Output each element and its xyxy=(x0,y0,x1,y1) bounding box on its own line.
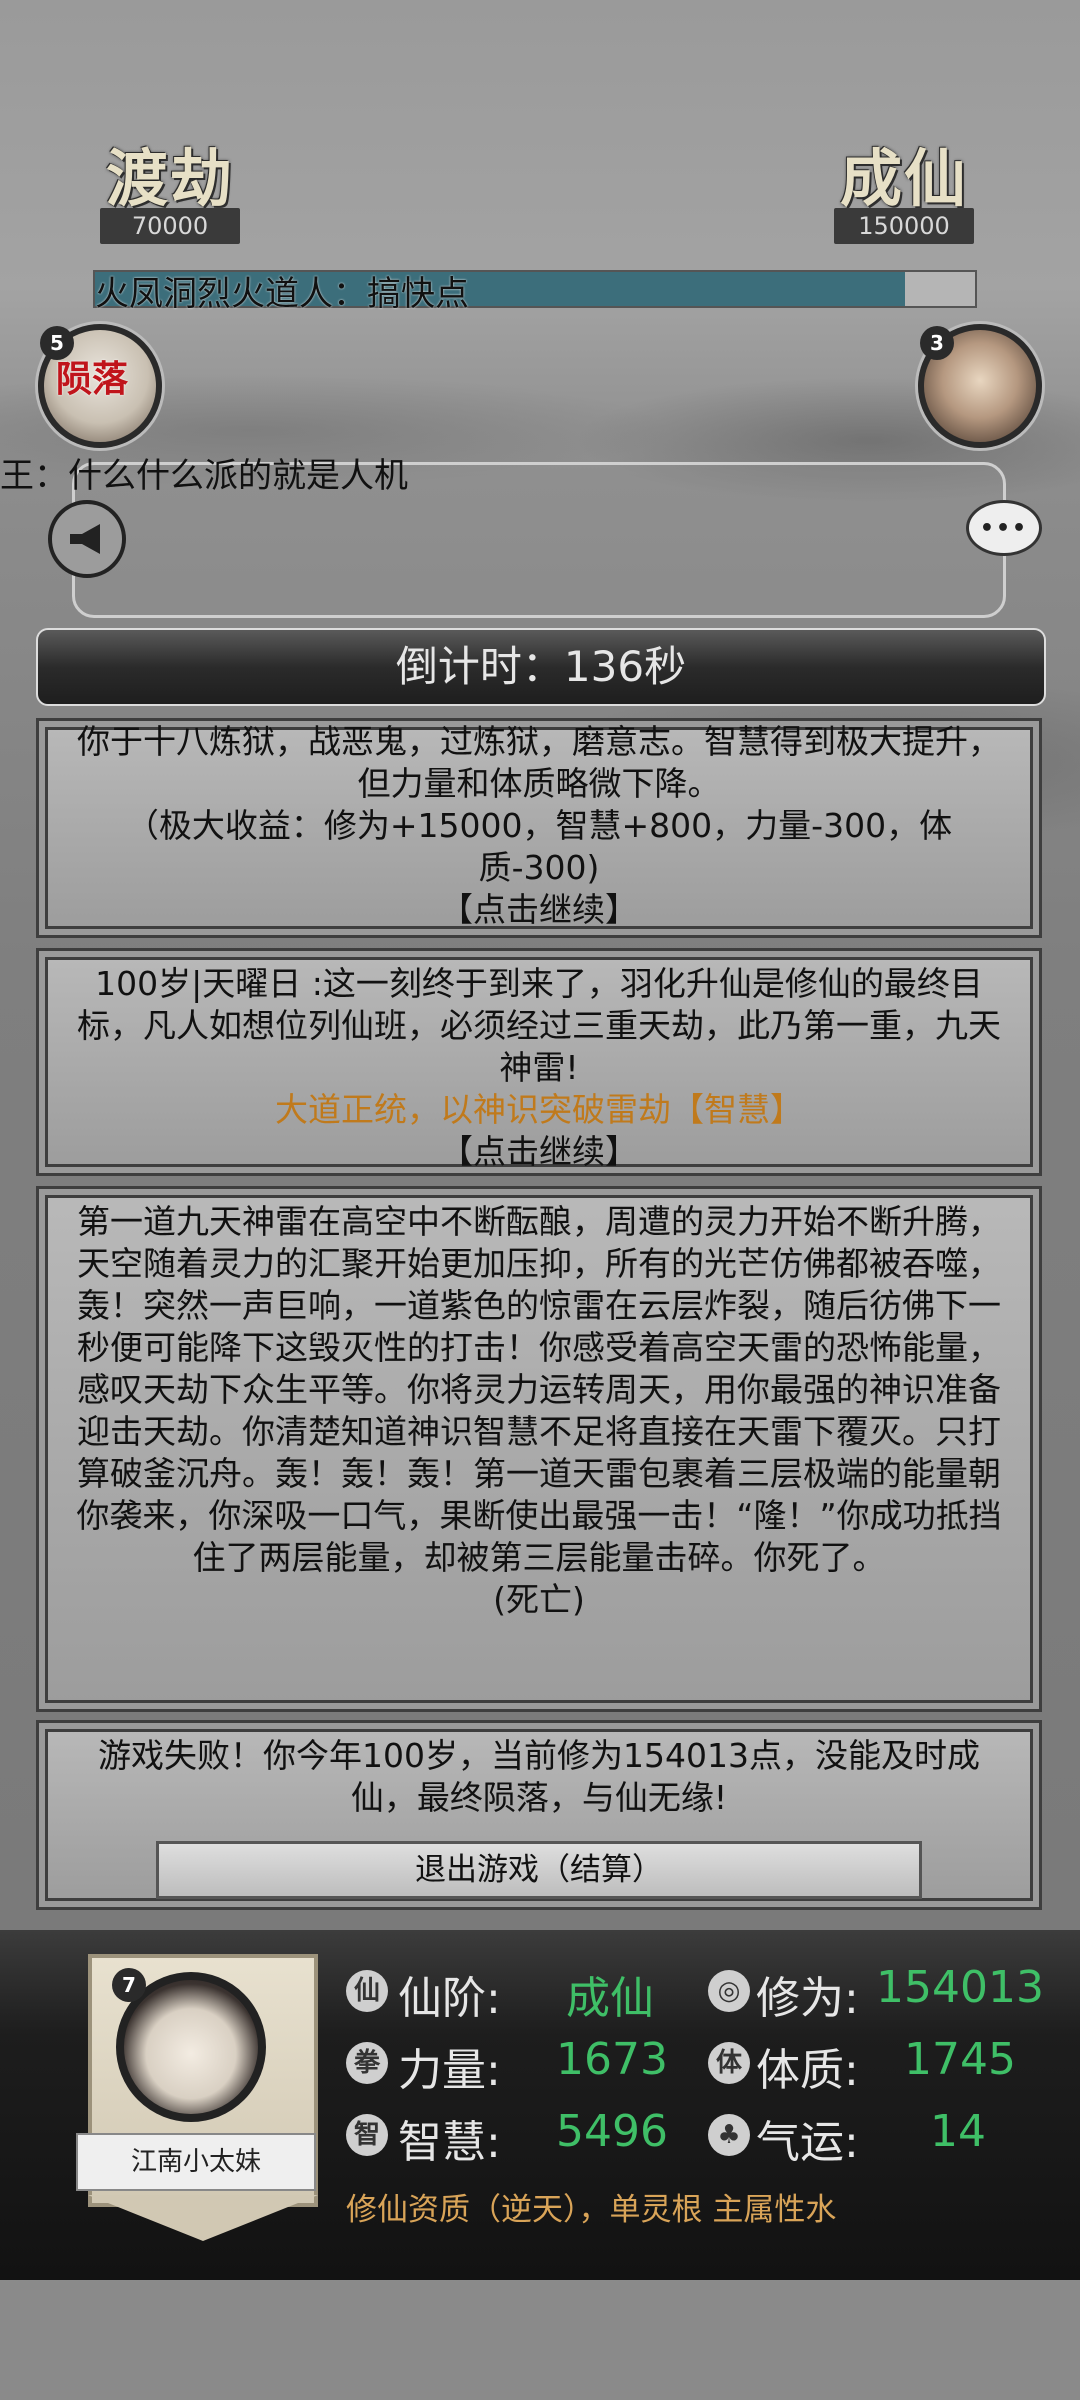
story-card-4: 游戏失败！你今年100岁，当前修为154013点，没能及时成仙，最终陨落，与仙无… xyxy=(36,1720,1042,1910)
card4-text: 游戏失败！你今年100岁，当前修为154013点，没能及时成仙，最终陨落，与仙无… xyxy=(98,1736,980,1817)
aptitude-text: 修仙资质（逆天），单灵根 主属性水 xyxy=(346,2192,837,2228)
luck-icon: ♣ xyxy=(708,2114,750,2156)
luck-value: 14 xyxy=(930,2106,986,2157)
cultivation-icon: ◎ xyxy=(708,1970,750,2012)
countdown-timer: 倒计时：136秒 xyxy=(36,628,1046,706)
realm-value: 成仙 xyxy=(566,1973,654,2024)
stage-left-title: 渡劫 xyxy=(106,142,235,215)
opponent-left-badge: 5 xyxy=(40,326,74,360)
opponent-right-badge: 3 xyxy=(920,326,954,360)
card2-highlight: 大道正统，以神识突破雷劫【智慧】 xyxy=(275,1090,803,1129)
card1-gains: （极大收益：修为+15000，智慧+800，力量-300，体质-300) xyxy=(125,806,953,887)
cultivation-label: 修为: xyxy=(756,1973,859,2024)
banner-tail xyxy=(88,2195,318,2241)
story-card-3: 第一道九天神雷在高空中不断酝酿，周遭的灵力开始不断升腾，天空随着灵力的汇聚开始更… xyxy=(36,1186,1042,1712)
chat-message: 王：什么什么派的就是人机 xyxy=(0,456,408,496)
card1-text: 你于十八炼狱，战恶鬼，过炼狱，磨意志。智慧得到极大提升，但力量和体质略微下降。 xyxy=(77,722,1001,803)
exit-game-button[interactable]: 退出游戏（结算） xyxy=(156,1841,922,1899)
card3-result: (死亡) xyxy=(493,1580,585,1619)
card2-continue[interactable]: 【点击继续】 xyxy=(69,1131,1009,1173)
stage-right-title: 成仙 xyxy=(840,142,969,215)
strength-label: 力量: xyxy=(398,2045,501,2096)
wisdom-icon: 智 xyxy=(346,2114,388,2156)
luck-label: 气运: xyxy=(756,2117,859,2168)
story-card-2[interactable]: 100岁|天曜日 :这一刻终于到来了，羽化升仙是修仙的最终目标，凡人如想位列仙班… xyxy=(36,948,1042,1176)
constitution-value: 1745 xyxy=(904,2034,1016,2085)
card3-text: 第一道九天神雷在高空中不断酝酿，周遭的灵力开始不断升腾，天空随着灵力的汇聚开始更… xyxy=(76,1202,1002,1577)
fallen-mark: 陨落 xyxy=(56,358,129,400)
strength-icon: 拳 xyxy=(346,2042,388,2084)
tribulation-progress-bar: 火凤洞烈火道人：搞快点 xyxy=(93,270,977,314)
stage-left-value: 70000 xyxy=(100,208,240,244)
stage-right-value: 150000 xyxy=(834,208,974,244)
card1-continue[interactable]: 【点击继续】 xyxy=(69,889,1009,931)
constitution-label: 体质: xyxy=(756,2045,859,2096)
progress-label: 火凤洞烈火道人：搞快点 xyxy=(95,274,469,314)
wisdom-value: 5496 xyxy=(556,2106,668,2157)
realm-label: 仙阶: xyxy=(398,1973,501,2024)
cultivation-value: 154013 xyxy=(876,1962,1044,2013)
player-level-badge: 7 xyxy=(112,1968,146,2002)
footer-strip xyxy=(0,2280,1080,2400)
wisdom-label: 智慧: xyxy=(398,2117,501,2168)
realm-icon: 仙 xyxy=(346,1970,388,2012)
constitution-icon: 体 xyxy=(708,2042,750,2084)
player-name: 江南小太妹 xyxy=(76,2133,316,2191)
strength-value: 1673 xyxy=(556,2034,668,2085)
card2-text: 100岁|天曜日 :这一刻终于到来了，羽化升仙是修仙的最终目标，凡人如想位列仙班… xyxy=(77,964,1001,1087)
megaphone-icon[interactable] xyxy=(48,500,126,578)
chat-bubble-icon[interactable]: ••• xyxy=(966,500,1042,556)
story-card-1[interactable]: 你于十八炼狱，战恶鬼，过炼狱，磨意志。智慧得到极大提升，但力量和体质略微下降。 … xyxy=(36,718,1042,938)
